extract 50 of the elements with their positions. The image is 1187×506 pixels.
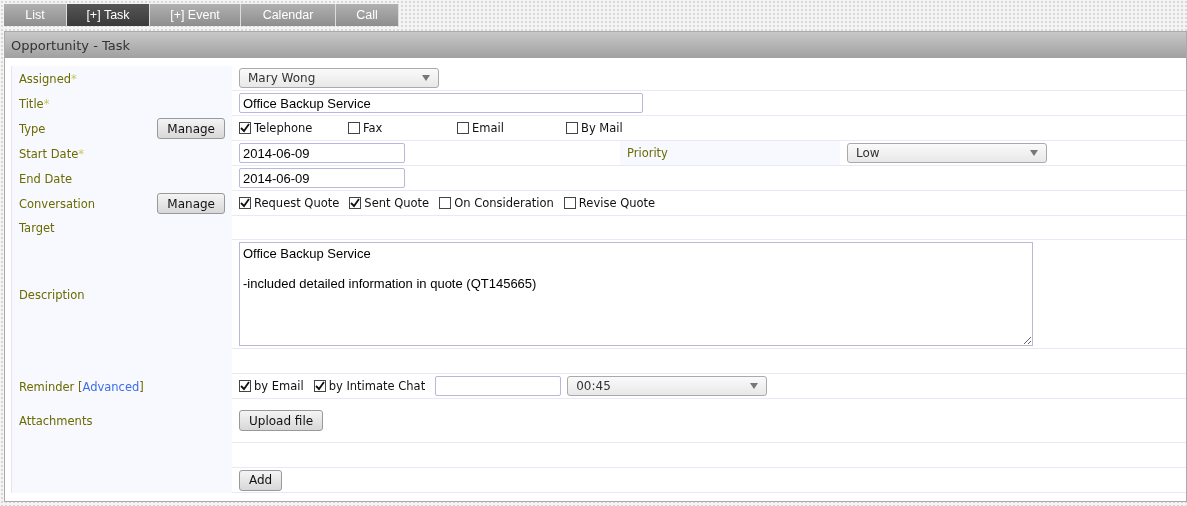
dropdown-caret-icon xyxy=(750,383,759,389)
add-button[interactable]: Add xyxy=(239,469,283,491)
checkbox-label: Sent Quote xyxy=(364,196,430,210)
field-label: Description xyxy=(19,287,85,302)
time-select[interactable]: 00:45 xyxy=(567,376,768,396)
field-label: Type xyxy=(19,121,46,136)
checkbox[interactable] xyxy=(566,122,578,134)
checkbox-label: On Consideration xyxy=(454,196,554,210)
checkbox-label: Request Quote xyxy=(254,196,340,210)
manage-button[interactable]: Manage xyxy=(157,193,225,214)
checkbox[interactable] xyxy=(348,122,360,134)
priority-select[interactable]: Low xyxy=(847,143,1047,163)
checkbox[interactable] xyxy=(457,122,469,134)
tab[interactable]: [+] Task xyxy=(67,4,150,26)
date-field[interactable]: 2014-06-09 xyxy=(239,168,405,188)
checkbox[interactable] xyxy=(439,197,452,209)
advanced-link[interactable]: Advanced xyxy=(82,379,140,394)
checkbox[interactable] xyxy=(563,197,576,209)
assignee-select[interactable]: Mary Wong xyxy=(239,68,439,88)
checkbox[interactable] xyxy=(239,380,251,392)
field-label: Start Date* xyxy=(19,146,84,161)
field-label: Reminder [ xyxy=(19,379,83,394)
checkbox-label: by Email xyxy=(254,379,304,393)
checkbox-label: By Mail xyxy=(581,121,623,135)
field-label: Priority xyxy=(627,146,668,160)
checkbox[interactable] xyxy=(313,380,326,392)
field-label: Title* xyxy=(19,96,50,111)
date-field[interactable]: 2014-06-09 xyxy=(239,143,405,163)
checkbox[interactable] xyxy=(239,122,251,134)
checkbox-label: Revise Quote xyxy=(578,196,656,210)
checkbox[interactable] xyxy=(349,197,362,209)
dropdown-caret-icon xyxy=(1030,150,1038,156)
checkbox[interactable] xyxy=(239,197,251,209)
dropdown-caret-icon xyxy=(422,75,430,81)
description-field[interactable]: Office Backup Service -included detailed information in quote (QT145665) xyxy=(239,242,1033,346)
checkbox-label: Email xyxy=(472,121,504,135)
checkbox-label: Fax xyxy=(363,121,383,135)
panel-title: Opportunity - Task xyxy=(11,37,131,53)
manage-button[interactable]: Manage xyxy=(157,118,225,139)
field-label: Assigned* xyxy=(19,71,77,86)
field-label: Target xyxy=(19,221,55,235)
field-label: ] xyxy=(139,379,144,394)
field-label: End Date xyxy=(19,171,72,186)
field-label: Conversation xyxy=(19,196,96,211)
upload-file-button[interactable]: Upload file xyxy=(239,410,324,431)
checkbox-label: by Intimate Chat xyxy=(328,379,426,393)
title-field[interactable]: Office Backup Service xyxy=(239,93,643,113)
checkbox-label: Telephone xyxy=(254,121,313,135)
reminder-field[interactable] xyxy=(435,376,562,396)
field-label: Attachments xyxy=(19,414,93,428)
